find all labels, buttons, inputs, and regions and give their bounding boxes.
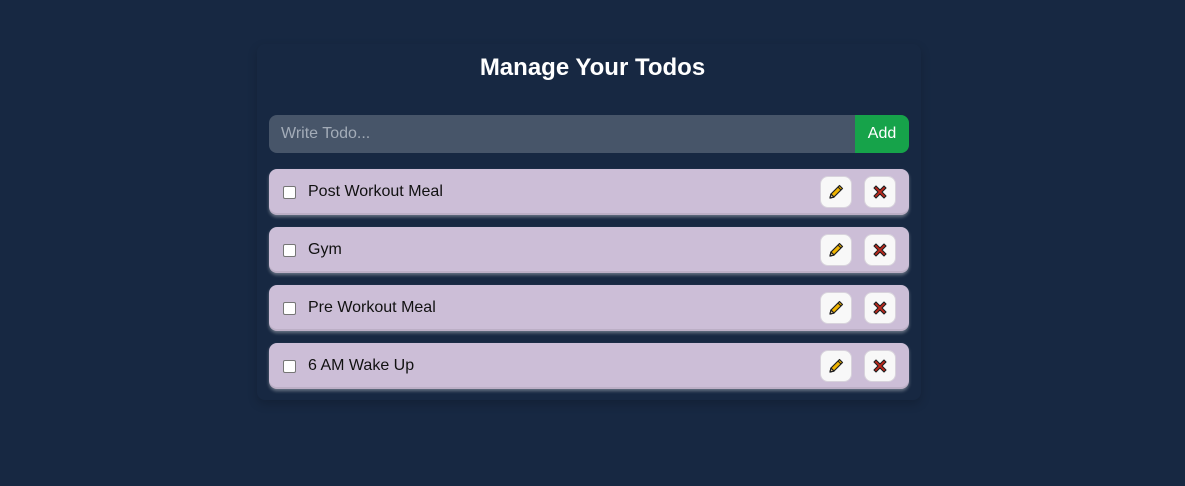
close-icon (873, 301, 887, 315)
pencil-icon (829, 242, 844, 257)
delete-button[interactable] (864, 176, 896, 208)
edit-button[interactable] (820, 176, 852, 208)
todo-item: Pre Workout Meal (269, 285, 909, 331)
todo-checkbox[interactable] (283, 243, 296, 257)
edit-button[interactable] (820, 350, 852, 382)
pencil-icon (829, 300, 844, 315)
edit-button[interactable] (820, 234, 852, 266)
delete-button[interactable] (864, 292, 896, 324)
todo-text[interactable]: Gym (308, 241, 820, 259)
todo-text[interactable]: Pre Workout Meal (308, 299, 820, 317)
todo-item: Gym (269, 227, 909, 273)
todo-input[interactable] (269, 115, 855, 153)
todo-text[interactable]: 6 AM Wake Up (308, 357, 820, 375)
todo-checkbox[interactable] (283, 185, 296, 199)
todo-list: Post Workout Meal Gym Pre Workout Meal 6… (269, 169, 909, 401)
todo-form: Add (269, 115, 909, 153)
page-title: Manage Your Todos (479, 54, 706, 81)
todo-item: 6 AM Wake Up (269, 343, 909, 389)
add-button[interactable]: Add (855, 115, 909, 153)
close-icon (873, 359, 887, 373)
delete-button[interactable] (864, 234, 896, 266)
pencil-icon (829, 184, 844, 199)
edit-button[interactable] (820, 292, 852, 324)
todo-checkbox[interactable] (283, 359, 296, 373)
pencil-icon (829, 358, 844, 373)
delete-button[interactable] (864, 350, 896, 382)
todo-text[interactable]: Post Workout Meal (308, 183, 820, 201)
todo-item: Post Workout Meal (269, 169, 909, 215)
close-icon (873, 243, 887, 257)
todo-checkbox[interactable] (283, 301, 296, 315)
close-icon (873, 185, 887, 199)
